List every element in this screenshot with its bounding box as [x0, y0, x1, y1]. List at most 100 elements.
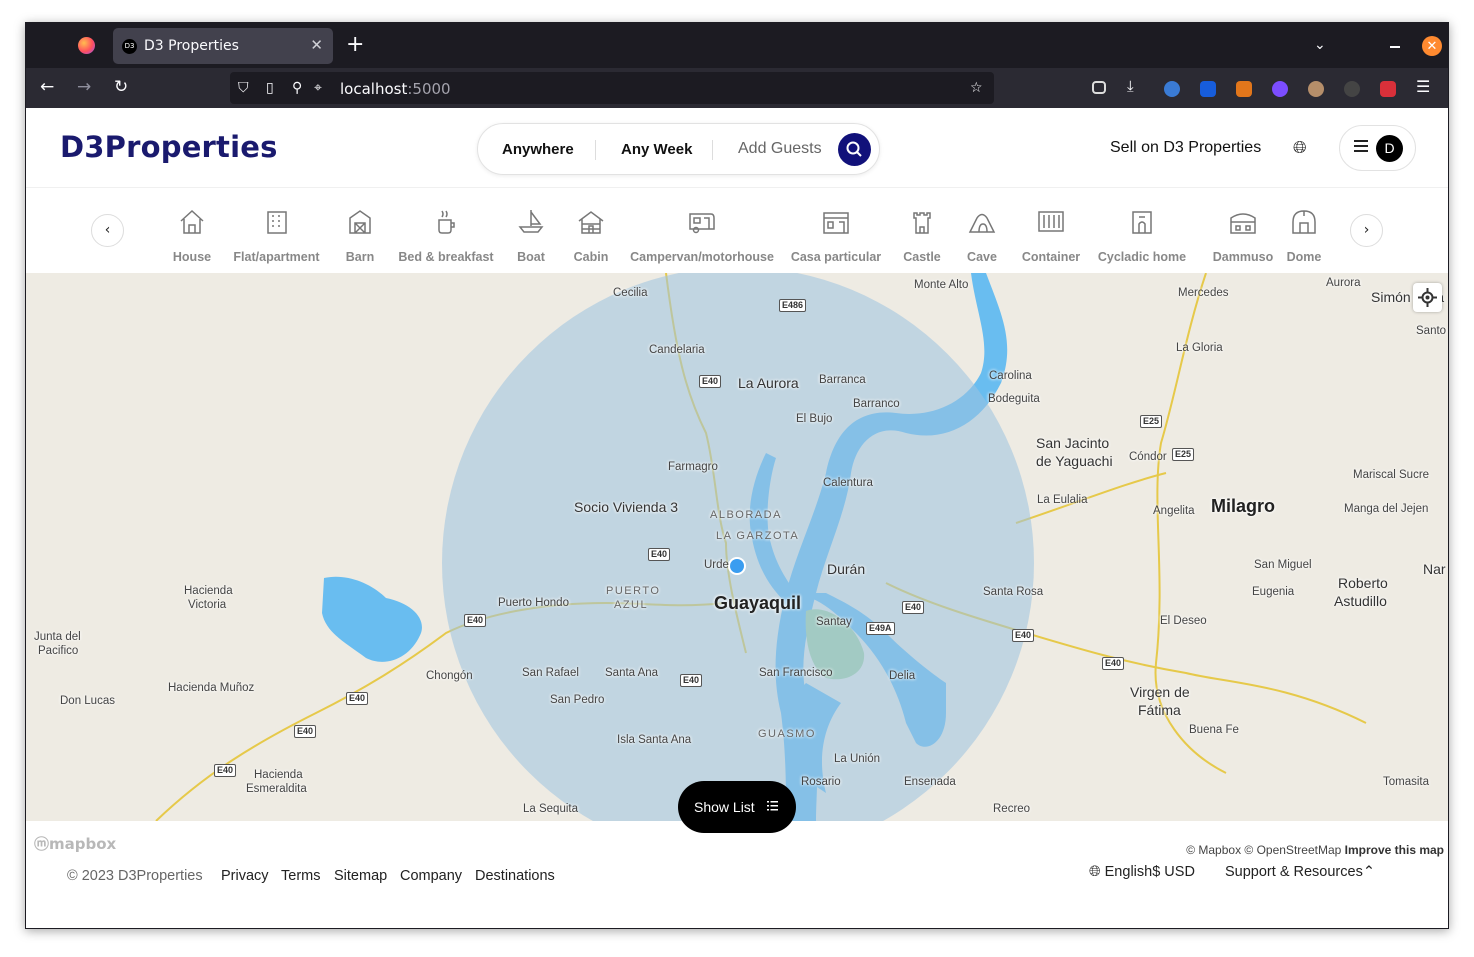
extension-icon[interactable] [1272, 81, 1288, 97]
category-label: Bed & breakfast [398, 250, 494, 264]
map-place-label: La Unión [834, 753, 881, 765]
category-label: Casa particular [790, 250, 882, 264]
category-item[interactable]: Campervan/motorhouse [618, 189, 786, 273]
location-icon[interactable]: ⌖ [314, 80, 322, 96]
downloads-icon[interactable]: ⤓ [1127, 77, 1134, 95]
category-item[interactable]: Cycladic home [1086, 189, 1198, 273]
footer-link-sitemap[interactable]: Sitemap [334, 868, 387, 884]
app-menu-icon[interactable]: ☰ [1416, 77, 1430, 96]
search-add-guests[interactable]: Add Guests [738, 140, 822, 158]
road-shield: E49A [866, 622, 895, 635]
extension-icon[interactable] [1380, 81, 1396, 97]
support-resources-button[interactable]: Support & Resources⌃ [1225, 864, 1375, 880]
currency-label: $ USD [1152, 864, 1195, 880]
bookmark-star-icon[interactable]: ☆ [970, 80, 983, 96]
map-canvas[interactable] [26, 273, 1449, 821]
category-prev-button[interactable]: ‹ [91, 214, 124, 247]
cycladic-icon [1132, 211, 1152, 234]
map[interactable]: CeciliaMonte AltoMercedesAuroraSimónVaSa… [26, 273, 1449, 821]
map-place-label: Angelita [1153, 505, 1195, 517]
show-list-button[interactable]: Show List [678, 781, 796, 833]
footer-link-destinations[interactable]: Destinations [475, 868, 555, 884]
close-window-icon[interactable]: ✕ [1422, 36, 1442, 56]
dome-icon [1292, 210, 1316, 234]
reload-icon[interactable]: ↻ [114, 77, 128, 97]
geolocate-button[interactable] [1413, 283, 1442, 312]
road-shield: E40 [648, 548, 671, 561]
bitwarden-icon[interactable] [1200, 81, 1216, 97]
map-place-label: Hacienda [254, 769, 303, 781]
map-place-label: Socio Vivienda 3 [574, 499, 679, 515]
footer-link-terms[interactable]: Terms [281, 868, 320, 884]
category-item[interactable]: Barn [332, 189, 388, 273]
extension-icon[interactable] [1344, 81, 1360, 97]
footer-link-company[interactable]: Company [400, 868, 462, 884]
category-item[interactable]: Castle [888, 189, 956, 273]
category-label: Dome [1286, 250, 1322, 264]
category-item[interactable]: Bed & breakfast [386, 189, 506, 273]
metamask-icon[interactable] [1236, 81, 1252, 97]
coffee-icon [438, 210, 455, 234]
map-place-label: Guayaquil [714, 593, 802, 613]
category-item[interactable]: Cave [948, 189, 1016, 273]
improve-map-link[interactable]: Improve this map [1345, 843, 1444, 857]
divider [712, 140, 713, 160]
pocket-icon[interactable] [1092, 81, 1106, 94]
category-label: Container [1021, 250, 1081, 264]
language-currency-button[interactable]: 🌐︎ English$ USD [1089, 864, 1195, 880]
map-place-label: Santay [816, 616, 852, 628]
sell-link[interactable]: Sell on D3 Properties [1110, 139, 1261, 157]
list-tabs-icon[interactable]: ⌄ [1314, 36, 1326, 53]
boat-icon [518, 210, 544, 233]
extension-icon[interactable] [1164, 81, 1180, 97]
map-place-label: Farmagro [668, 461, 718, 473]
close-tab-icon[interactable]: ✕ [310, 36, 323, 54]
category-item[interactable]: Casa particular [778, 189, 894, 273]
url-text[interactable]: localhost:5000 [340, 80, 451, 98]
chevron-up-icon: ⌃ [1362, 864, 1375, 880]
new-tab-icon[interactable]: + [346, 32, 364, 57]
search-anywhere[interactable]: Anywhere [502, 141, 574, 158]
mapbox-logo[interactable]: ⓜmapbox [34, 833, 116, 854]
map-place-label: La Aurora [738, 375, 799, 391]
category-label: Cycladic home [1097, 250, 1187, 264]
page-icon[interactable]: ▯ [266, 80, 274, 96]
map-place-label: San Miguel [1254, 559, 1312, 571]
user-menu-button[interactable]: D [1339, 125, 1416, 171]
search-button[interactable] [838, 133, 871, 166]
category-item[interactable]: Container [1009, 189, 1093, 273]
minimize-icon[interactable] [1390, 46, 1400, 48]
category-item[interactable]: Dome [1271, 189, 1337, 273]
globe-icon: 🌐︎ [1089, 864, 1101, 880]
attribution-text[interactable]: © Mapbox © OpenStreetMap [1186, 843, 1341, 857]
list-icon [767, 801, 778, 811]
category-item[interactable]: House [161, 189, 223, 273]
map-place-label: La Gloria [1176, 342, 1223, 354]
browser-tab[interactable]: D3 D3 Properties ✕ [113, 28, 333, 64]
extension-icon[interactable] [1308, 81, 1324, 97]
back-icon[interactable]: ← [40, 77, 54, 97]
site-logo[interactable]: D3Properties [60, 130, 278, 164]
building-icon [266, 211, 287, 234]
map-place-label: Isla Santa Ana [617, 734, 692, 746]
road-shield: E40 [464, 614, 487, 627]
road-shield: E40 [699, 375, 722, 388]
map-place-label: El Deseo [1160, 615, 1207, 627]
category-next-button[interactable]: › [1350, 214, 1383, 247]
shield-icon[interactable]: ⛉ [238, 80, 249, 96]
map-place-label: Carolina [989, 370, 1032, 382]
category-label: Campervan/motorhouse [630, 250, 774, 264]
search-any-week[interactable]: Any Week [621, 141, 692, 158]
search-bar[interactable]: Anywhere Any Week Add Guests [477, 123, 880, 175]
map-place-label: Santa Rosa [983, 586, 1044, 598]
road-shield: E40 [680, 674, 703, 687]
permissions-icon[interactable]: ⚲ [292, 80, 302, 96]
hamburger-icon [1354, 140, 1368, 152]
category-item[interactable]: Flat/apartment [219, 189, 334, 273]
forward-icon[interactable]: → [77, 77, 91, 97]
footer-link-privacy[interactable]: Privacy [221, 868, 269, 884]
globe-icon[interactable]: 🌐︎ [1293, 138, 1307, 158]
cave-icon [968, 213, 996, 233]
url-bar[interactable]: ⛉ ▯ ⚲ ⌖ localhost:5000 ☆ [230, 72, 994, 104]
firefox-icon[interactable] [78, 37, 95, 54]
